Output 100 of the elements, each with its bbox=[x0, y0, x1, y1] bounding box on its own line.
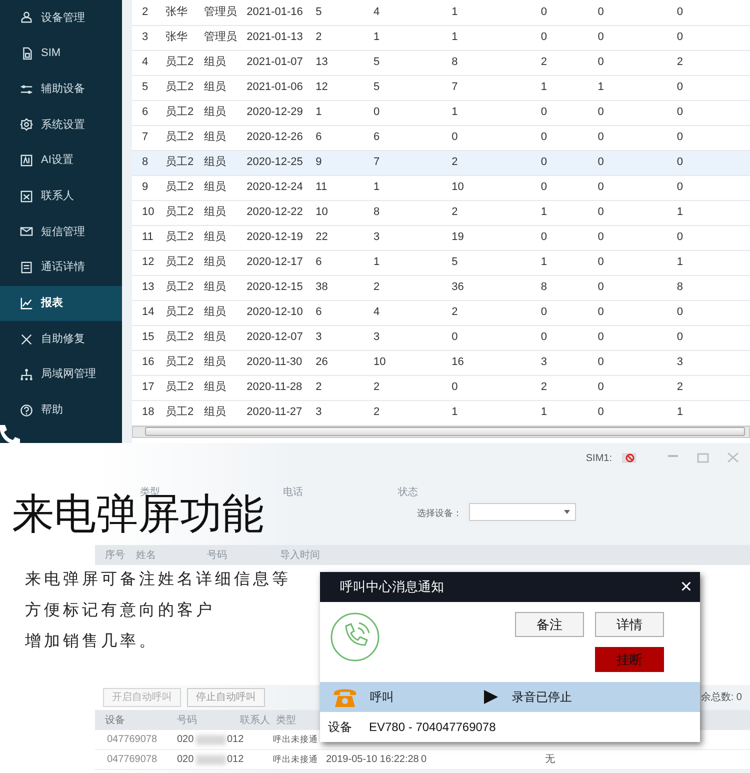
sidebar-item[interactable]: 报表 bbox=[0, 286, 122, 322]
document-icon bbox=[20, 261, 33, 274]
blurred-number bbox=[196, 754, 226, 764]
table-cell: 0 bbox=[676, 25, 750, 50]
table-row[interactable]: 7 员工2 组员 2020-12-26 6 6 0 0 0 0 bbox=[132, 125, 750, 150]
column-header: 导入时间 bbox=[280, 548, 320, 562]
table-cell: 1 bbox=[676, 200, 750, 225]
table-row[interactable]: 16 员工2 组员 2020-11-30 26 10 16 3 0 3 bbox=[132, 350, 750, 375]
table-row[interactable]: 3 张华 管理员 2021-01-13 2 1 1 0 0 0 bbox=[132, 25, 750, 50]
table-cell: 0 bbox=[676, 125, 750, 150]
table-cell: 5 bbox=[452, 250, 541, 275]
table-cell: 员工2 bbox=[165, 125, 204, 150]
sidebar-item[interactable]: 短信管理 bbox=[0, 214, 122, 250]
table-row[interactable]: 12 员工2 组员 2020-12-17 6 1 5 1 0 1 bbox=[132, 250, 750, 275]
table-cell: 6 bbox=[316, 125, 374, 150]
table-row[interactable]: 14 员工2 组员 2020-12-10 6 4 2 0 0 0 bbox=[132, 300, 750, 325]
table-row[interactable]: 13 员工2 组员 2020-12-15 38 2 36 8 0 8 bbox=[132, 275, 750, 300]
table-cell: 4 bbox=[373, 300, 452, 325]
table-cell-text: 020 bbox=[177, 753, 194, 767]
table-cell: 0 bbox=[598, 325, 677, 350]
table-cell: 员工2 bbox=[165, 100, 204, 125]
table-row[interactable]: 5 员工2 组员 2021-01-06 12 5 7 1 1 0 bbox=[132, 75, 750, 100]
table-cell: 3 bbox=[316, 325, 374, 350]
sidebar-item[interactable]: 通话详情 bbox=[0, 250, 122, 286]
play-icon[interactable] bbox=[484, 690, 498, 704]
sidebar-item[interactable]: 局域网管理 bbox=[0, 356, 122, 393]
table-cell: 呼出未接通 bbox=[273, 753, 318, 766]
table-cell: 0 bbox=[598, 25, 677, 50]
sidebar-item[interactable]: 辅助设备 bbox=[0, 71, 122, 108]
table-cell: 0 bbox=[598, 100, 677, 125]
table-cell: 13 bbox=[132, 275, 166, 300]
table-row[interactable]: 15 员工2 组员 2020-12-07 3 3 0 0 0 0 bbox=[132, 325, 750, 350]
table-cell: 3 bbox=[373, 325, 452, 350]
table-cell: 2020-12-26 bbox=[246, 125, 316, 150]
sidebar-item[interactable]: 设备管理 bbox=[0, 0, 122, 36]
maximize-icon[interactable] bbox=[696, 452, 710, 464]
close-icon[interactable] bbox=[726, 452, 740, 464]
close-button[interactable]: × bbox=[680, 577, 692, 597]
table-cell: 5 bbox=[316, 0, 374, 25]
table-row[interactable]: 18 员工2 组员 2020-11-27 3 2 1 1 0 1 bbox=[132, 400, 750, 425]
table-cell: 0 bbox=[598, 300, 677, 325]
table-cell: 7 bbox=[452, 75, 541, 100]
horizontal-scrollbar[interactable] bbox=[132, 426, 750, 438]
promo-text: 增加销售几率。 bbox=[25, 632, 158, 652]
table-cell: 1 bbox=[316, 100, 374, 125]
table-cell: 0 bbox=[676, 325, 750, 350]
sliders-icon bbox=[20, 82, 33, 96]
table-cell: 7 bbox=[132, 125, 166, 150]
column-header: 设备 bbox=[105, 714, 125, 728]
table-cell: 0 bbox=[598, 175, 677, 200]
table-cell: 2020-12-24 bbox=[246, 175, 316, 200]
table-row[interactable]: 11 员工2 组员 2020-12-19 22 3 19 0 0 0 bbox=[132, 225, 750, 250]
contact-card-icon bbox=[20, 190, 33, 203]
table-cell: 8 bbox=[452, 50, 541, 75]
sidebar-item[interactable]: 系统设置 bbox=[0, 107, 122, 143]
table-cell: 0 bbox=[540, 25, 598, 50]
table-cell: 0 bbox=[676, 75, 750, 100]
table-cell: 0 bbox=[452, 375, 541, 400]
phone-icon bbox=[330, 612, 380, 662]
table-cell: 11 bbox=[132, 225, 166, 250]
table-cell: 2021-01-06 bbox=[246, 75, 316, 100]
sim-card-icon bbox=[20, 47, 33, 60]
sidebar-item[interactable]: 联系人 bbox=[0, 178, 122, 214]
help-icon bbox=[20, 404, 33, 417]
table-row[interactable]: 8 员工2 组员 2020-12-25 9 7 2 0 0 0 bbox=[132, 150, 750, 175]
table-row[interactable]: 6 员工2 组员 2020-12-29 1 0 1 0 0 0 bbox=[132, 100, 750, 125]
table-row[interactable]: 2 张华 管理员 2021-01-16 5 4 1 0 0 0 bbox=[132, 0, 750, 25]
table-row[interactable]: 9 员工2 组员 2020-12-24 11 1 10 0 0 0 bbox=[132, 175, 750, 200]
table-cell: 员工2 bbox=[165, 200, 204, 225]
table-row[interactable]: 17 员工2 组员 2020-11-28 2 2 0 2 0 2 bbox=[132, 375, 750, 400]
popup-title: 呼叫中心消息通知 bbox=[340, 578, 444, 596]
table-row[interactable]: 10 员工2 组员 2020-12-22 10 8 2 1 0 1 bbox=[132, 200, 750, 225]
table-cell: 15 bbox=[132, 325, 166, 350]
table-cell: 组员 bbox=[204, 100, 247, 125]
table-cell: 组员 bbox=[204, 400, 247, 425]
call-status: 呼叫 bbox=[370, 689, 394, 706]
remaining-count: 余总数: 0 bbox=[700, 690, 742, 705]
table-cell: 0 bbox=[540, 150, 598, 175]
device-select[interactable] bbox=[469, 503, 576, 521]
table-cell-text: 047769078 bbox=[107, 733, 158, 747]
table-cell: 7 bbox=[373, 150, 452, 175]
table-cell: 2020-11-27 bbox=[246, 400, 316, 425]
popup-button[interactable]: 备注 bbox=[515, 612, 584, 637]
table-cell: 8 bbox=[540, 275, 598, 300]
table-cell: 2 bbox=[316, 375, 374, 400]
popup-button[interactable]: 详情 bbox=[595, 612, 664, 637]
table-cell: 26 bbox=[316, 350, 374, 375]
sidebar-item[interactable]: AI设置 bbox=[0, 142, 122, 178]
table-cell: 6 bbox=[316, 300, 374, 325]
table-cell: 10 bbox=[373, 350, 452, 375]
table-cell: 2 bbox=[452, 300, 541, 325]
sidebar-item[interactable]: 帮助 bbox=[0, 392, 122, 428]
table-cell: 0 bbox=[676, 225, 750, 250]
table-cell: 0 bbox=[452, 125, 541, 150]
table-cell: 2021-01-16 bbox=[246, 0, 316, 25]
table-cell: 1 bbox=[452, 100, 541, 125]
sidebar-item[interactable]: SIM bbox=[0, 36, 122, 72]
table-cell: 组员 bbox=[204, 200, 247, 225]
sidebar-item[interactable]: 自助修复 bbox=[0, 321, 122, 357]
table-row[interactable]: 4 员工2 组员 2021-01-07 13 5 8 2 0 2 bbox=[132, 50, 750, 75]
